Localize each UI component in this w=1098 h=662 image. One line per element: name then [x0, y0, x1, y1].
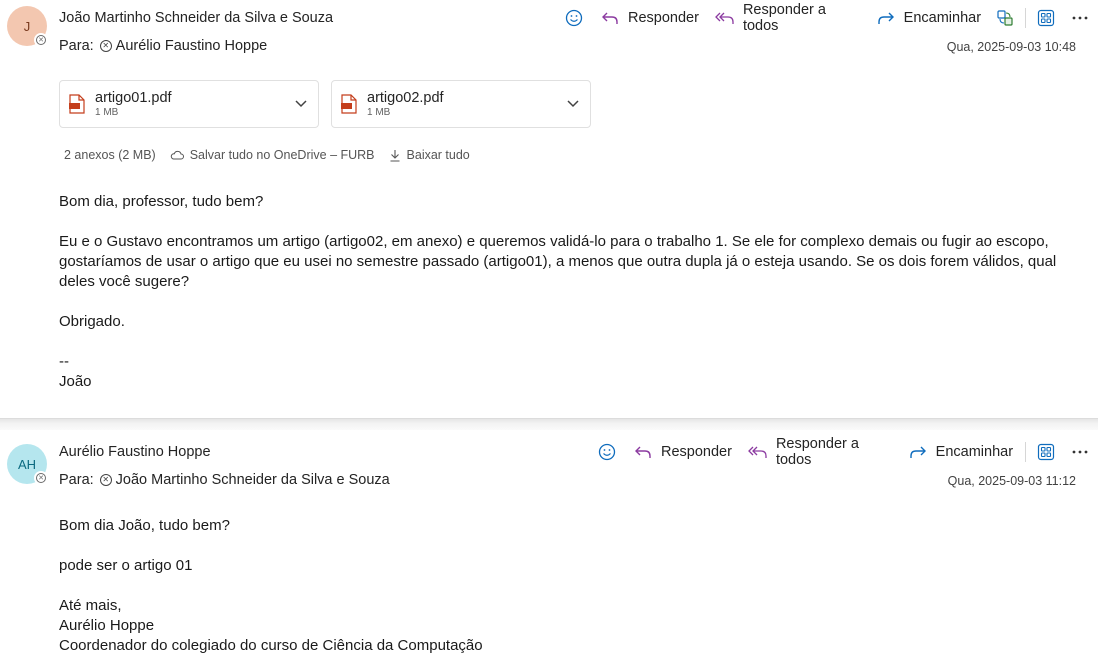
message-separator	[0, 418, 1098, 430]
message-date: Qua, 2025-09-03 10:48	[946, 40, 1076, 54]
message-body: Bom dia João, tudo bem? pode ser o artig…	[59, 516, 1059, 656]
signature-title: Coordenador do colegiado do curso de Ciê…	[59, 637, 483, 654]
recipient-name[interactable]: João Martinho Schneider da Silva e Souza	[116, 472, 390, 488]
more-actions-button[interactable]	[1062, 4, 1098, 32]
reply-button[interactable]: Responder	[592, 4, 707, 32]
forward-button[interactable]: Encaminhar	[900, 438, 1021, 466]
reply-icon	[600, 8, 620, 28]
recipient-status-icon: ✕	[99, 40, 112, 52]
reply-all-label: Responder a todos	[775, 436, 859, 468]
reply-all-button[interactable]: Responder a todos	[707, 2, 868, 34]
pdf-file-icon	[341, 94, 357, 114]
sender-name[interactable]: Aurélio Faustino Hoppe	[59, 444, 211, 460]
attachment-name: artigo02.pdf	[367, 89, 444, 106]
attachment-summary-text: 2 anexos (2 MB)	[64, 148, 156, 162]
toolbar-divider	[1025, 442, 1026, 462]
attachment-card[interactable]: artigo01.pdf 1 MB	[59, 80, 319, 128]
presence-offline-icon: ✕	[34, 471, 48, 485]
chevron-down-icon[interactable]	[566, 96, 580, 113]
reply-all-label: Responder a todos	[742, 2, 826, 34]
attachment-size: 1 MB	[95, 106, 119, 118]
more-icon	[1070, 8, 1090, 28]
attachment-summary: 2 anexos (2 MB)	[64, 148, 156, 162]
forward-label: Encaminhar	[903, 10, 982, 26]
recipient-line: Para: ✕ João Martinho Schneider da Silva…	[59, 472, 390, 488]
message-toolbar: Responder Responder a todos Encaminhar	[589, 436, 1098, 468]
reply-all-icon	[748, 442, 768, 462]
forward-button[interactable]: Encaminhar	[868, 4, 989, 32]
translate-button[interactable]	[989, 4, 1021, 32]
message-date: Qua, 2025-09-03 11:12	[947, 474, 1076, 488]
cloud-icon	[170, 150, 184, 160]
reply-button[interactable]: Responder	[625, 438, 740, 466]
signature-name: Aurélio Hoppe	[59, 617, 155, 634]
more-actions-button[interactable]	[1062, 438, 1098, 466]
reply-all-icon	[715, 8, 735, 28]
recipient-name[interactable]: Aurélio Faustino Hoppe	[116, 38, 268, 54]
attachment-name: artigo01.pdf	[95, 89, 172, 106]
sender-name[interactable]: João Martinho Schneider da Silva e Souza	[59, 10, 333, 26]
forward-icon	[876, 8, 896, 28]
chevron-down-icon[interactable]	[294, 96, 308, 113]
presence-offline-icon: ✕	[34, 33, 48, 47]
to-label: Para:	[59, 38, 94, 54]
more-icon	[1070, 442, 1090, 462]
message-toolbar: Responder Responder a todos Encaminhar	[556, 2, 1098, 34]
body-paragraph: Eu e o Gustavo encontramos um artigo (ar…	[59, 233, 1057, 290]
sender-avatar[interactable]: AH ✕	[7, 444, 48, 485]
attachment-card[interactable]: artigo02.pdf 1 MB	[331, 80, 591, 128]
reply-label: Responder	[661, 444, 732, 460]
email-message-2: AH ✕ Aurélio Faustino Hoppe Para: ✕ João…	[0, 430, 1098, 662]
body-thanks: Obrigado.	[59, 313, 125, 330]
reply-icon	[633, 442, 653, 462]
smiley-icon	[597, 442, 617, 462]
attachment-size: 1 MB	[367, 106, 391, 118]
attachment-actions-bar: 2 anexos (2 MB) Salvar tudo no OneDrive …	[64, 148, 484, 162]
avatar-initials: AH	[17, 456, 37, 472]
body-closing: Até mais,	[59, 597, 122, 614]
message-body: Bom dia, professor, tudo bem? Eu e o Gus…	[59, 192, 1059, 392]
save-to-onedrive-button[interactable]: Salvar tudo no OneDrive – FURB	[170, 148, 375, 162]
signature-name: João	[59, 373, 92, 390]
download-all-button[interactable]: Baixar tudo	[389, 148, 470, 162]
body-greeting: Bom dia João, tudo bem?	[59, 517, 230, 534]
download-all-label: Baixar tudo	[406, 148, 470, 162]
recipient-line: Para: ✕ Aurélio Faustino Hoppe	[59, 38, 267, 54]
save-to-onedrive-label: Salvar tudo no OneDrive – FURB	[189, 148, 375, 162]
sender-avatar[interactable]: J ✕	[7, 6, 48, 47]
reply-label: Responder	[628, 10, 699, 26]
apps-grid-icon	[1036, 8, 1056, 28]
forward-icon	[908, 442, 928, 462]
toolbar-divider	[1025, 8, 1026, 28]
apps-button[interactable]	[1030, 4, 1062, 32]
body-paragraph: pode ser o artigo 01	[59, 557, 193, 574]
to-label: Para:	[59, 472, 94, 488]
translate-icon	[995, 8, 1015, 28]
download-icon	[390, 149, 400, 162]
signature-separator: --	[59, 353, 69, 370]
recipient-status-icon: ✕	[99, 474, 112, 486]
smiley-icon	[564, 8, 584, 28]
body-greeting: Bom dia, professor, tudo bem?	[59, 193, 264, 210]
avatar-initials: J	[23, 18, 31, 34]
emoji-reaction-button[interactable]	[589, 438, 625, 466]
forward-label: Encaminhar	[935, 444, 1014, 460]
emoji-reaction-button[interactable]	[556, 4, 592, 32]
apps-grid-icon	[1036, 442, 1056, 462]
reply-all-button[interactable]: Responder a todos	[740, 436, 900, 468]
apps-button[interactable]	[1030, 438, 1062, 466]
email-message-1: J ✕ João Martinho Schneider da Silva e S…	[0, 0, 1098, 418]
pdf-file-icon	[69, 94, 85, 114]
